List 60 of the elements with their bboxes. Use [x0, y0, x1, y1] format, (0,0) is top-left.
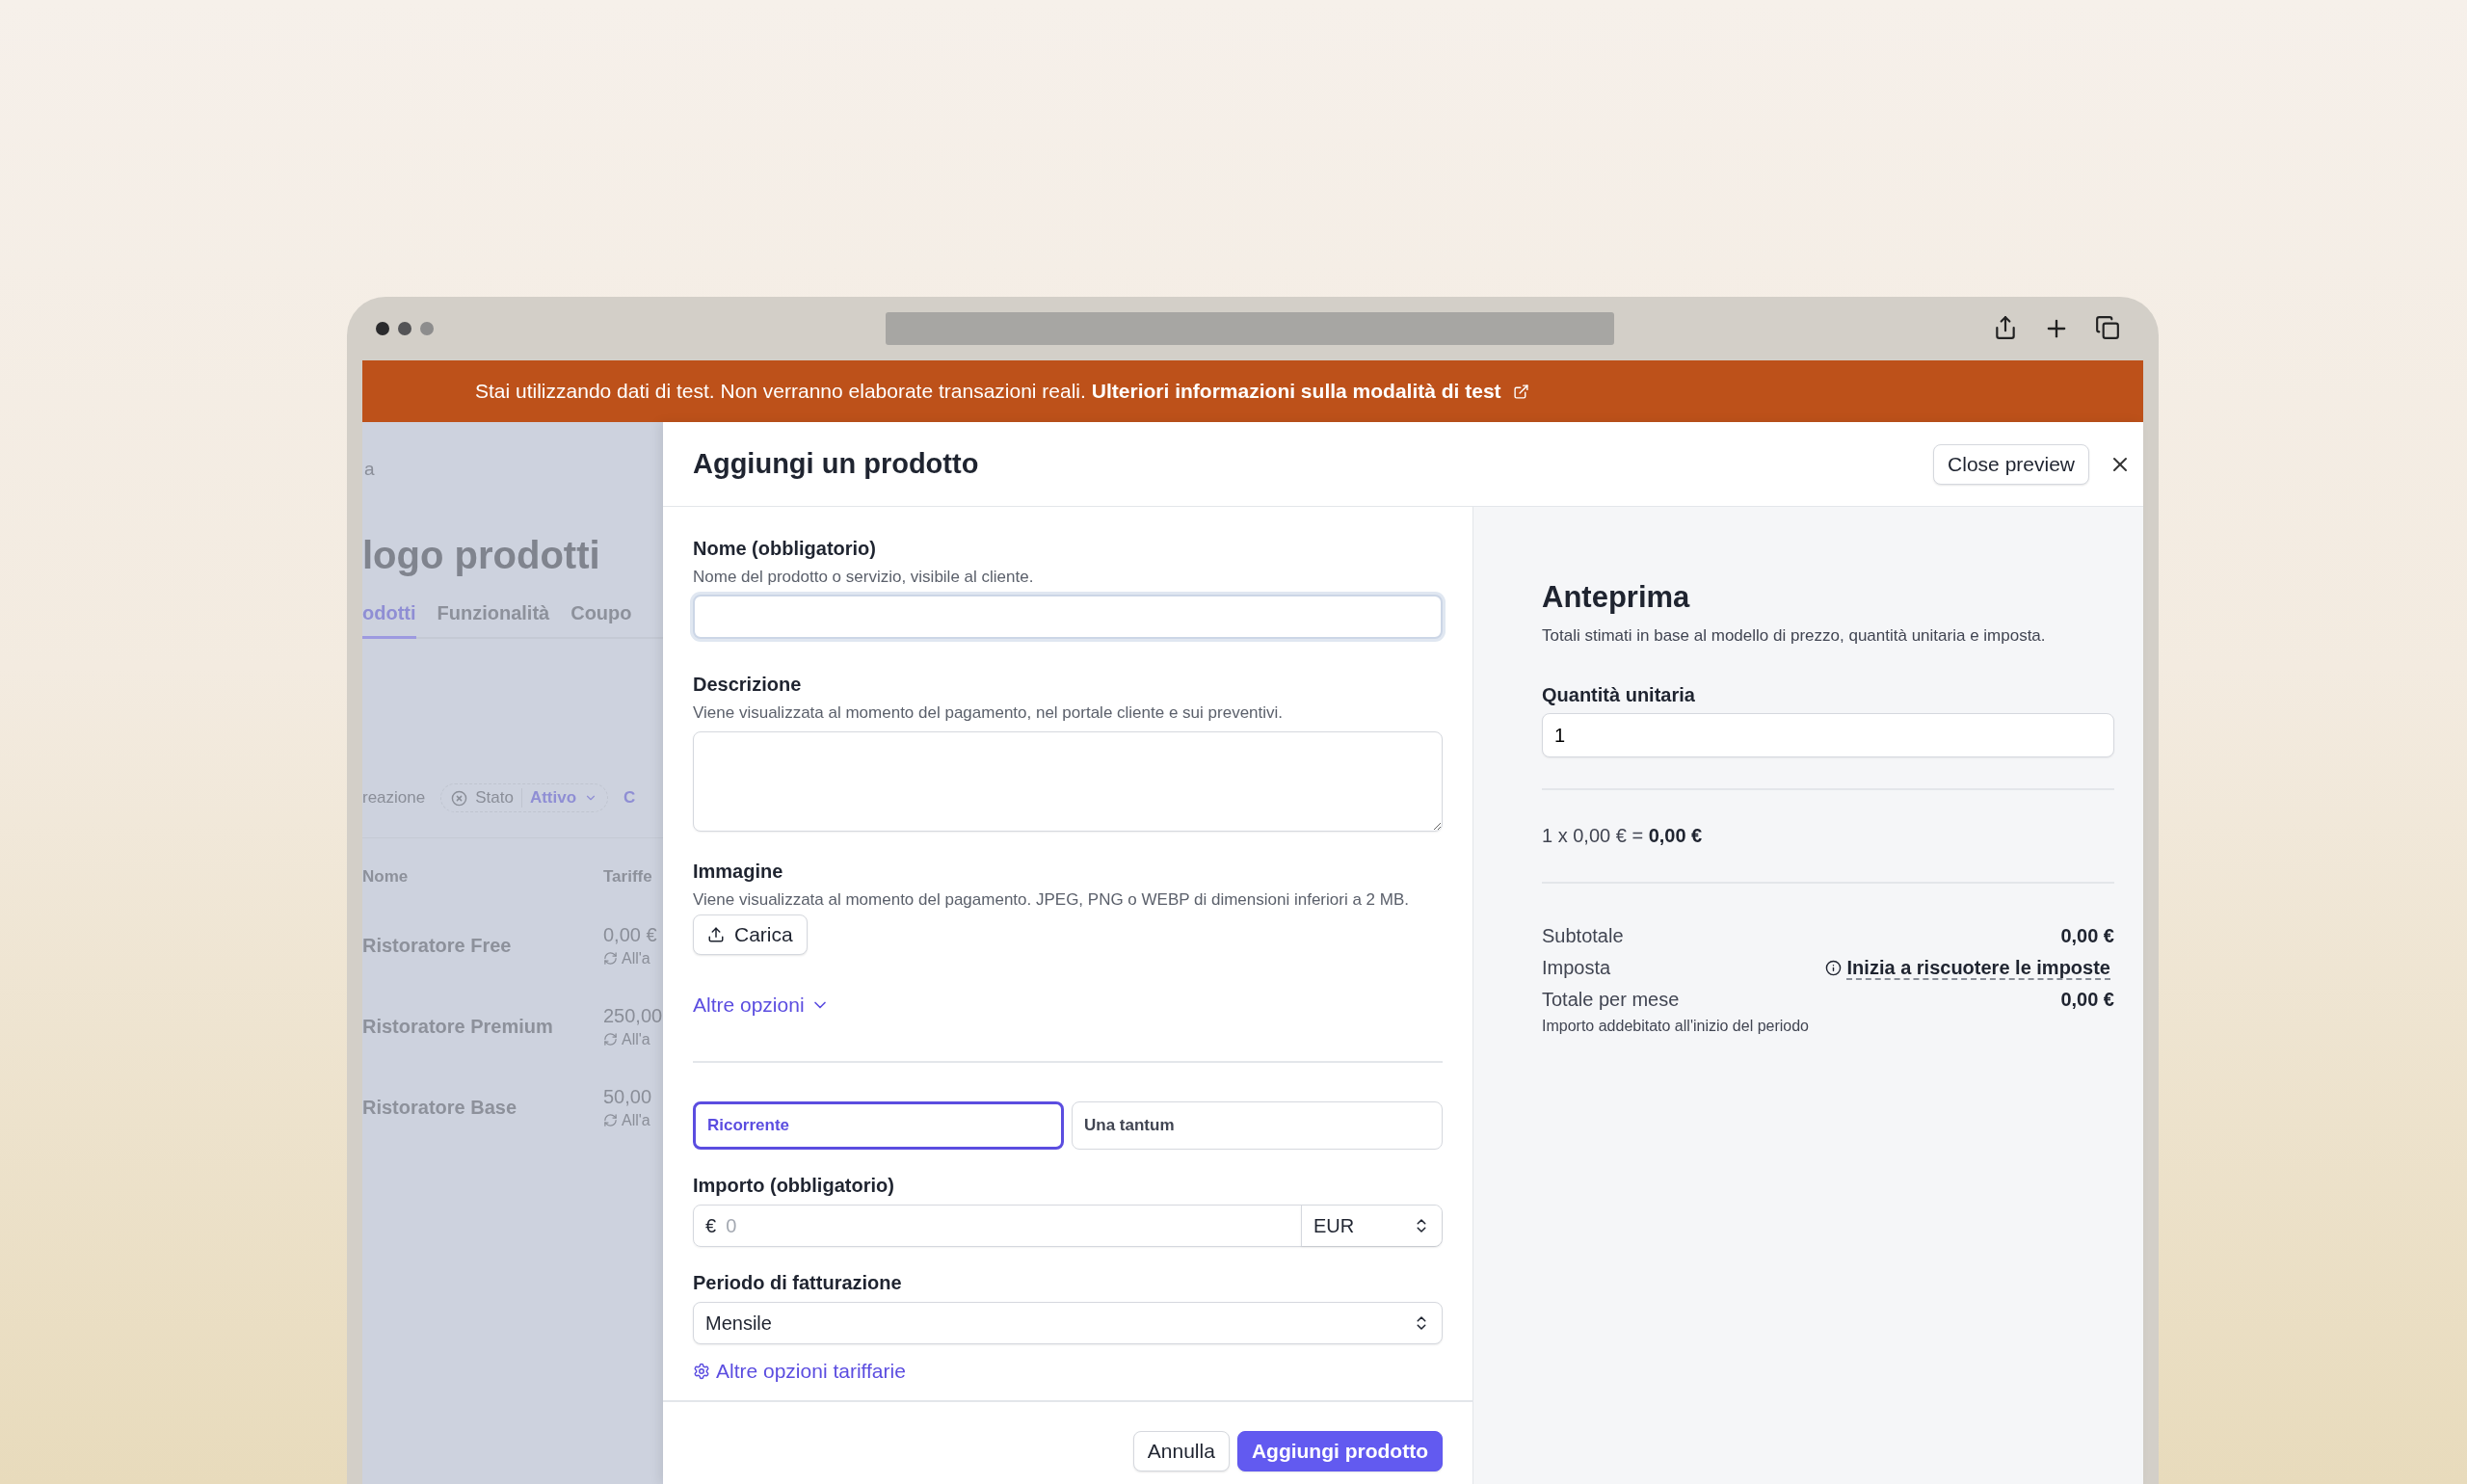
cancel-button[interactable]: Annulla: [1132, 1431, 1230, 1471]
interval-text: All'a: [622, 949, 650, 967]
currency-symbol: €: [704, 1214, 717, 1237]
price-type-option[interactable]: Una tantum: [1072, 1101, 1443, 1150]
currency-select[interactable]: EUR: [1301, 1206, 1442, 1246]
field-label: Periodo di fatturazione: [693, 1272, 903, 1294]
pricing-options-link[interactable]: Altre opzioni tariffarie: [693, 1360, 906, 1383]
recurring-icon: [603, 951, 618, 966]
page-title: logo prodotti: [362, 534, 601, 577]
price-text: 250,00: [603, 1004, 663, 1027]
window-dot[interactable]: [376, 322, 389, 335]
summary-note: Importo addebitato all'inizio del periodo: [1542, 1018, 1810, 1035]
price-text: 50,00: [603, 1085, 653, 1108]
close-preview-button[interactable]: Close preview: [1933, 443, 2089, 485]
name-input-field[interactable]: [693, 595, 1443, 639]
add-product-button[interactable]: Aggiungi prodotto: [1236, 1431, 1443, 1471]
summary-label: Subtotale: [1542, 925, 1624, 947]
share-icon[interactable]: [1993, 315, 2018, 340]
field-hint: Nome del prodotto o servizio, visibile al cliente.: [693, 567, 1035, 588]
column-header: Tariffe: [603, 867, 653, 888]
field-label: Quantità unitaria: [1542, 684, 1696, 706]
chip-label: Stato: [475, 788, 514, 808]
more-options-link[interactable]: Altre opzioni: [693, 994, 830, 1017]
interval-text: All'a: [622, 1111, 650, 1129]
column-header: Nome: [362, 867, 410, 888]
upload-button[interactable]: Carica: [693, 914, 808, 955]
price-type-option[interactable]: Ricorrente: [693, 1101, 1064, 1150]
chip-value: Attivo: [520, 788, 577, 808]
billing-period-select[interactable]: Mensile: [693, 1302, 1443, 1344]
banner-text: Stai utilizzando dati di test. Non verranno elaborate transazioni reali.: [475, 380, 1086, 403]
window-dot[interactable]: [420, 322, 434, 335]
tabs-icon[interactable]: [2095, 315, 2120, 340]
price-text: 0,00 €: [603, 923, 658, 946]
interval-text: All'a: [622, 1030, 650, 1048]
modal-title: Aggiungi un prodotto: [693, 448, 979, 480]
description-input-field[interactable]: [693, 731, 1443, 832]
summary-label: Imposta: [1542, 957, 1611, 979]
collect-taxes-link[interactable]: Inizia a riscuotere le imposte: [1824, 957, 2114, 979]
field-hint: Viene visualizzata al momento del pagamento, nel portale cliente e sui preventivi.: [693, 702, 1285, 724]
banner-link[interactable]: Ulteriori informazioni sulla modalità di test: [1091, 380, 1501, 403]
recurring-icon: [603, 1032, 618, 1047]
summary-value: 0,00 €: [2060, 989, 2114, 1011]
upload-icon: [707, 926, 725, 943]
info-icon: [1824, 960, 1842, 976]
recurring-icon: [603, 1113, 618, 1127]
field-hint: Viene visualizzata al momento del pagamento. JPEG, PNG o WEBP di dimensioni inferiori a 2 MB.: [693, 889, 1410, 911]
external-link-icon: [1512, 383, 1529, 400]
field-label: Immagine: [693, 861, 784, 883]
summary-label: Totale per mese: [1542, 989, 1680, 1011]
calculation-text: 1 x 0,00 € = 0,00 €: [1542, 825, 1703, 846]
field-label: Nome (obbligatorio): [693, 538, 877, 560]
preview-subtitle: Totali stimati in base al modello di prezzo, quantità unitaria e imposta.: [1542, 626, 2047, 646]
gear-icon: [693, 1363, 710, 1380]
field-label: Importo (obbligatorio): [693, 1175, 895, 1197]
preview-title: Anteprima: [1542, 580, 1691, 615]
quantity-input-field[interactable]: 1: [1542, 713, 2114, 757]
amount-input-field[interactable]: € 0 EUR: [693, 1205, 1443, 1247]
summary-value: 0,00 €: [2060, 925, 2114, 947]
window-dot[interactable]: [398, 322, 411, 335]
field-label: Descrizione: [693, 674, 803, 696]
